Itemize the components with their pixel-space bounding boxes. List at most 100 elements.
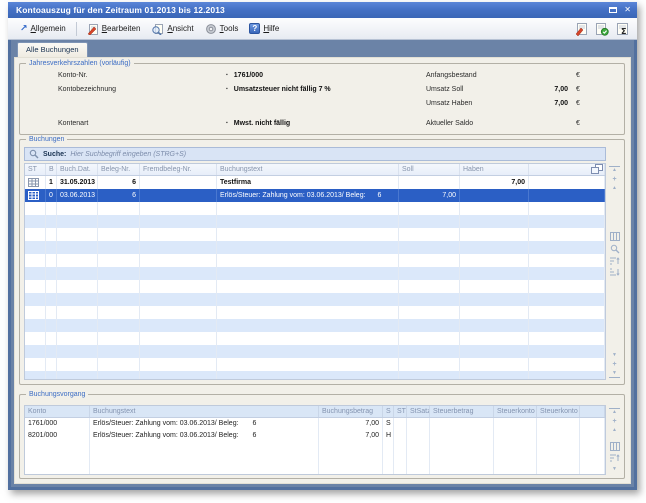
column-header[interactable]: B [46,164,57,175]
scroll-up-button[interactable]: ▲ [609,185,620,192]
app-window: Kontoauszug für den Zeitraum 01.2013 bis… [8,2,637,490]
bookings-nav-strip: ▲ + ▲ ▼ + ▼ [608,163,621,380]
cell-konto: 8201/000 [25,430,90,442]
empty-rows-region [25,442,605,475]
scroll-first-button[interactable]: ▲ [609,166,620,174]
cell-haben: 7,00 [460,176,529,189]
search-bar[interactable]: Suche: Hier Suchbegriff eingeben (STRG+S… [24,147,606,161]
empty-row[interactable] [25,358,605,371]
menu-label-tools: Tools [220,24,239,33]
arrow-up-right-icon: ↗ [20,24,28,33]
transaction-row[interactable]: 1761/000 Erlös/Steuer: Zahlung vom: 03.0… [25,418,605,430]
tab-page: Jahresverkehrszahlen (vorläufig) Konto-N… [14,57,631,484]
empty-row[interactable] [25,371,605,380]
cell-stsatz [407,430,430,442]
column-header[interactable]: Fremdbeleg-Nr. [140,164,217,175]
empty-row[interactable] [25,215,605,228]
empty-row[interactable] [25,306,605,319]
confirm-document-icon[interactable] [595,22,609,36]
grid-record-icon [28,178,39,187]
sort-descending-icon[interactable] [610,268,620,276]
scroll-down-button[interactable]: ▼ [609,352,620,359]
scroll-up-button[interactable]: ▲ [609,427,620,434]
empty-row[interactable] [25,254,605,267]
transaction-group-title: Buchungsvorgang [26,390,88,399]
column-header[interactable]: ST [394,406,407,417]
column-header[interactable]: Soll [399,164,460,175]
empty-row[interactable] [25,319,605,332]
cell-beleg-nr: 6 [98,176,140,189]
tab-alle-buchungen[interactable]: Alle Buchungen [17,42,88,57]
sort-ascending-icon[interactable] [610,257,620,265]
column-header[interactable]: Steuerkonto 2 [537,406,580,417]
window-controls: ✕ [609,6,631,14]
bullet-icon: ▪ [226,72,228,78]
booking-row[interactable]: 1 31.05.2013 6 Testfirma 7,00 [25,176,605,189]
empty-row[interactable] [25,228,605,241]
transaction-row[interactable]: 8201/000 Erlös/Steuer: Zahlung vom: 03.0… [25,430,605,442]
column-chooser-icon[interactable] [591,164,603,175]
column-header[interactable]: Haben [460,164,529,175]
column-header-filler [580,406,605,417]
column-header[interactable]: Beleg-Nr. [98,164,140,175]
empty-row[interactable] [25,280,605,293]
record-insert-button[interactable]: + [609,176,620,183]
help-icon: ? [249,23,260,34]
column-header[interactable]: Buch.Dat. [57,164,98,175]
scroll-first-button[interactable]: ▲ [609,408,620,416]
column-header[interactable]: StSatz [407,406,430,417]
sum-document-icon[interactable]: Σ [616,22,629,36]
empty-row[interactable] [25,332,605,345]
menu-label-bearbeiten: Bearbeiten [102,24,141,33]
menu-allgemein[interactable]: ↗ Allgemein [16,22,70,35]
column-header[interactable]: Konto [25,406,90,417]
toolbar-separator [76,22,77,36]
main-area: Alle Buchungen Jahresverkehrszahlen (vor… [11,40,634,487]
column-header[interactable]: Buchungstext [90,406,319,417]
column-header[interactable]: S [383,406,394,417]
empty-row[interactable] [25,202,605,215]
empty-row[interactable] [25,454,605,466]
empty-row[interactable] [25,466,605,475]
tools-icon [205,23,217,35]
scroll-down-button[interactable]: ▼ [609,466,620,473]
field-label: Kontobezeichnung [58,85,116,94]
cell-konto: 1761/000 [25,418,90,430]
column-header[interactable]: Steuerkonto 1 [494,406,537,417]
close-button[interactable]: ✕ [624,6,631,14]
empty-row[interactable] [25,345,605,358]
summary-group-title: Jahresverkehrszahlen (vorläufig) [26,59,134,68]
menu-bearbeiten[interactable]: Bearbeiten [83,21,145,37]
sort-ascending-icon[interactable] [610,454,620,462]
column-header[interactable]: ST [25,164,46,175]
cell-buchungstext: Erlös/Steuer: Zahlung vom: 03.06.2013/ B… [217,189,399,202]
columns-icon[interactable] [610,232,620,241]
toolbar-right-icons: Σ [575,22,629,36]
field-value: 7,00 [488,85,568,94]
column-header[interactable]: Buchungsbetrag [319,406,383,417]
bookings-grid: ST B Buch.Dat. Beleg-Nr. Fremdbeleg-Nr. … [24,163,606,380]
field-label: Aktueller Saldo [426,119,473,128]
empty-row[interactable] [25,442,605,454]
column-header[interactable]: Steuerbetrag [430,406,494,417]
columns-icon[interactable] [610,442,620,451]
empty-row[interactable] [25,267,605,280]
column-header[interactable]: Buchungstext [217,164,399,175]
empty-row[interactable] [25,241,605,254]
report-icon[interactable] [575,22,588,36]
currency-symbol: € [576,71,580,80]
empty-row[interactable] [25,293,605,306]
menu-ansicht[interactable]: Ansicht [147,21,197,37]
menu-hilfe[interactable]: ? Hilfe [245,21,283,36]
scroll-last-button[interactable]: ▼ [609,370,620,378]
booking-row-selected[interactable]: 0 03.06.2013 6 Erlös/Steuer: Zahlung vom… [25,189,605,202]
record-insert-button[interactable]: + [609,418,620,425]
field-value: ▪Mwst. nicht fällig [226,119,290,128]
record-append-button[interactable]: + [609,361,620,368]
restore-button[interactable] [609,7,617,13]
zoom-icon[interactable] [610,244,620,254]
field-value: ▪1761/000 [226,71,263,80]
menu-tools[interactable]: Tools [201,21,243,37]
menu-label-hilfe: Hilfe [263,24,279,33]
currency-symbol: € [576,99,580,108]
